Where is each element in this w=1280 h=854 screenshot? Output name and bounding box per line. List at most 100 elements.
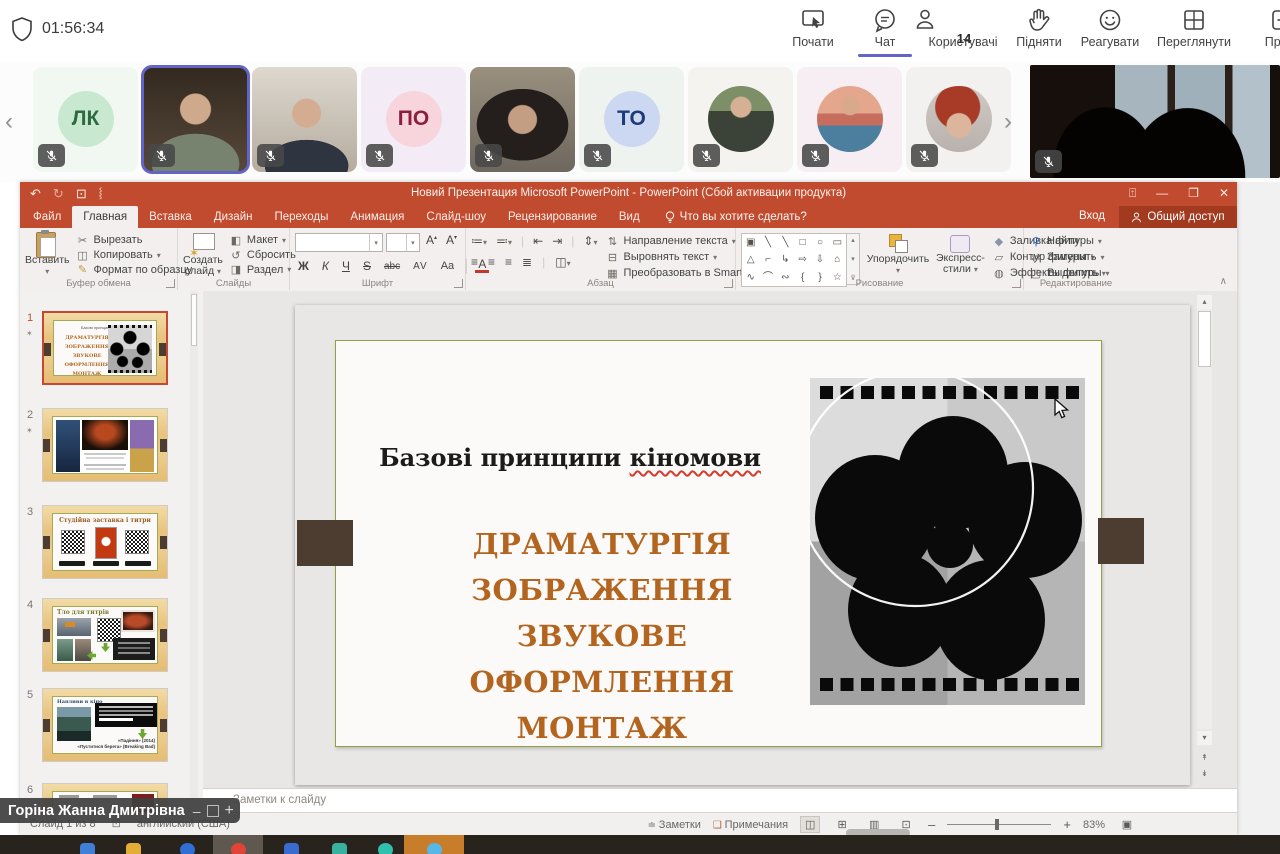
fit-to-window-button[interactable]: ▣ [1117,816,1137,833]
notes-toggle-button[interactable]: ≐ Заметки [648,819,701,831]
tab-review[interactable]: Рецензирование [497,206,608,228]
character-spacing-button[interactable]: AV [410,261,431,272]
slide-canvas[interactable]: Базові принципи кіномови ДРАМАТУРГІЯ ЗОБ… [295,305,1190,785]
participant-tile-initials-to[interactable]: ТО [579,67,684,172]
participant-tile-video[interactable] [470,67,575,172]
dock-app-icon[interactable] [180,843,195,854]
grow-font-button[interactable]: А▴ [423,233,440,252]
tab-transitions[interactable]: Переходы [263,206,339,228]
next-slide-button[interactable]: ↡ [1197,767,1212,781]
tab-animations[interactable]: Анимация [339,206,415,228]
slide-thumbnail-1[interactable]: Базові принципи кіномови ДРАМАТУРГІЯ ЗОБ… [42,311,168,385]
participant-tile-video[interactable] [252,67,357,172]
dock-app-icon[interactable] [378,843,393,854]
clipboard-dialog-launcher[interactable] [166,279,175,288]
new-slide-button[interactable]: ✶ Создать слайд ▾ [183,231,223,277]
customize-qat-icon[interactable]: ⸾ [99,185,103,202]
decrease-indent-button[interactable]: ⇤ [533,234,543,248]
shrink-font-button[interactable]: А▾ [443,233,460,252]
align-left-button[interactable]: ≡ [471,255,478,269]
dock-app-icon[interactable] [332,843,347,854]
notes-pane[interactable]: Заметки к слайду [203,788,1237,812]
share-button[interactable]: Общий доступ [1119,206,1237,228]
zoom-slider[interactable] [947,824,1051,825]
justify-button[interactable]: ≣ [522,255,532,269]
dock-app-icon[interactable] [80,843,95,854]
comments-toggle-button[interactable]: ❑ Примечания [713,819,788,831]
reset-button[interactable]: ↺ Сбросить [229,248,296,263]
layout-button[interactable]: ◧ Макет▾ [229,233,296,248]
columns-button[interactable]: ◫▾ [555,255,570,269]
align-center-button[interactable]: ≡ [488,255,495,269]
zoom-in-overlay-button[interactable]: + [225,802,234,820]
drawing-dialog-launcher[interactable] [1012,279,1021,288]
zoom-slider-thumb[interactable] [995,819,999,830]
dock-app-icon[interactable] [427,843,442,854]
slide-thumbnail-5[interactable]: Напливи в кіно «Падіння» (2014) «Пустити… [42,688,168,762]
zoom-level[interactable]: 83% [1083,819,1105,831]
scroll-left-chevron-icon[interactable]: ‹ [5,108,13,136]
ribbon-display-options-icon[interactable]: ⍐ [1129,184,1136,202]
replace-button[interactable]: ⇄ Заменить▾ [1029,249,1123,265]
dock-app-icon[interactable] [231,843,246,854]
italic-button[interactable]: К [319,259,332,273]
toolbar-program[interactable]: Прогр [1240,7,1280,51]
minimize-button[interactable]: — [1156,184,1168,202]
zoom-out-overlay-button[interactable]: – [193,803,201,819]
scroll-up-arrow[interactable]: ▴ [1197,295,1212,309]
tab-file[interactable]: Файл [22,206,72,228]
participant-tile-photo[interactable] [797,67,902,172]
participant-tile-initials-lk[interactable]: ЛК [33,67,138,172]
bold-button[interactable]: Ж [295,259,312,273]
find-button[interactable]: ⚲ Найти [1029,233,1123,249]
dock-app-icon[interactable] [126,843,141,854]
tab-slideshow[interactable]: Слайд-шоу [415,206,497,228]
font-size-combo[interactable]: ▾ [386,233,420,252]
sign-in-link[interactable]: Вход [1079,210,1105,222]
change-case-button[interactable]: Aa [438,260,457,272]
scroll-right-chevron-icon[interactable]: › [1004,108,1012,136]
redo-icon[interactable]: ↻ [53,185,64,202]
zoom-reset-overlay-button[interactable] [207,805,219,817]
dock-app-icon[interactable] [284,843,299,854]
editor-vertical-scrollbar[interactable]: ▴ ▾ ↟ ↡ [1197,295,1212,783]
slide-thumbnail-4[interactable]: Тло для титрів [42,598,168,672]
increase-indent-button[interactable]: ⇥ [552,234,562,248]
tab-design[interactable]: Дизайн [203,206,264,228]
text-shadow-button[interactable]: abc [381,261,403,272]
tab-home[interactable]: Главная [72,206,138,228]
underline-button[interactable]: Ч [339,259,353,273]
paragraph-dialog-launcher[interactable] [724,279,733,288]
restore-button[interactable]: ❐ [1188,184,1199,202]
participant-tile-photo[interactable] [906,67,1011,172]
slide-thumbnail-2[interactable] [42,408,168,482]
paste-button[interactable]: Вставить ▾ [25,231,70,277]
thumbnail-panel-scrollbar[interactable] [190,291,198,812]
format-painter-button[interactable]: ✎ Формат по образцу [76,262,193,277]
align-right-button[interactable]: ≡ [505,255,512,269]
tab-view[interactable]: Вид [608,206,651,228]
section-button[interactable]: ◨ Раздел▾ [229,262,296,277]
previous-slide-button[interactable]: ↟ [1197,751,1212,765]
zoom-in-button[interactable]: + [1063,817,1071,832]
participant-tile-photo[interactable] [688,67,793,172]
close-button[interactable]: ✕ [1219,184,1229,202]
cut-button[interactable]: ✂ Вырезать [76,233,193,248]
undo-icon[interactable]: ↶ [30,185,41,202]
tab-insert[interactable]: Вставка [138,206,203,228]
participant-tile-video-speaker[interactable] [143,67,248,172]
numbering-button[interactable]: ≕▾ [496,234,512,248]
scrollbar-thumb[interactable] [1198,311,1211,367]
start-slideshow-icon[interactable]: ⊡ [76,185,87,202]
toolbar-react[interactable]: Реагувати [1068,7,1152,51]
bullets-button[interactable]: ≔▾ [471,234,487,248]
strikethrough-button[interactable]: S [360,259,374,273]
font-name-combo[interactable]: ▾ [295,233,383,252]
toolbar-view[interactable]: Переглянути [1148,7,1240,51]
slide-thumbnail-3[interactable]: Студійна заставка і титри [42,505,168,579]
participant-tile-initials-po[interactable]: ПО [361,67,466,172]
font-dialog-launcher[interactable] [454,279,463,288]
line-spacing-button[interactable]: ⇕▾ [583,234,597,248]
zoom-out-button[interactable]: – [928,817,935,832]
scroll-down-arrow[interactable]: ▾ [1197,731,1212,745]
